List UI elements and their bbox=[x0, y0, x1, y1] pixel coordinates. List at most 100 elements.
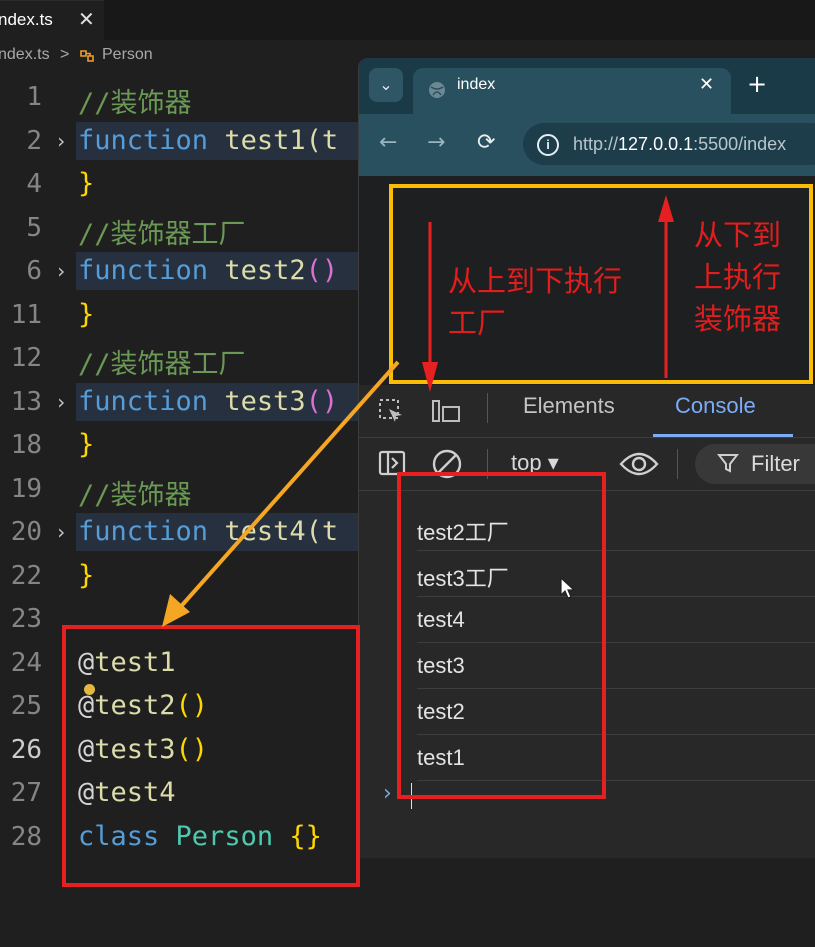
filter-input[interactable]: Filter bbox=[695, 444, 815, 484]
code-token: //装饰器 bbox=[78, 480, 192, 511]
close-icon[interactable]: ✕ bbox=[699, 74, 714, 95]
code-line[interactable]: 19 //装饰器 bbox=[0, 468, 360, 511]
line-number: 20 bbox=[10, 517, 42, 547]
forward-arrow-icon[interactable]: → bbox=[427, 130, 445, 155]
code-line[interactable]: 20 › function test4(t bbox=[0, 511, 360, 551]
breadcrumb-file[interactable]: ndex.ts bbox=[0, 46, 50, 64]
code-text: function test4(t bbox=[78, 516, 338, 547]
browser-tab[interactable]: index ✕ bbox=[413, 68, 731, 114]
annotation-line: 工厂 bbox=[448, 306, 507, 340]
new-tab-button[interactable]: + bbox=[747, 70, 767, 98]
line-number: 4 bbox=[26, 169, 42, 199]
annotation-line: 装饰器 bbox=[694, 302, 782, 336]
code-line[interactable]: 18} bbox=[0, 424, 360, 464]
line-number: 19 bbox=[10, 474, 42, 504]
reload-icon[interactable]: ⟳ bbox=[477, 130, 495, 155]
eye-icon[interactable] bbox=[619, 450, 659, 484]
annotation-red-box-code bbox=[62, 625, 360, 887]
active-tab-indicator bbox=[653, 434, 793, 437]
editor-tab[interactable]: ndex.ts ✕ bbox=[0, 0, 104, 41]
devtools-tab-bar: Elements Console bbox=[359, 385, 815, 438]
code-token: } bbox=[78, 560, 95, 591]
code-text: //装饰器 bbox=[78, 81, 192, 120]
address-bar[interactable]: i http://127.0.0.1:5500/index bbox=[523, 123, 815, 165]
toolbar-divider bbox=[487, 393, 488, 423]
annotation-red-box-console bbox=[397, 472, 606, 799]
code-text: } bbox=[78, 299, 94, 330]
device-toolbar-icon[interactable] bbox=[431, 397, 463, 431]
code-line[interactable]: 22} bbox=[0, 555, 360, 595]
fold-chevron-icon[interactable]: › bbox=[55, 129, 67, 153]
code-text: //装饰器 bbox=[78, 473, 192, 512]
line-number: 18 bbox=[10, 430, 42, 460]
code-text: //装饰器工厂 bbox=[78, 342, 246, 381]
line-number: 5 bbox=[26, 213, 42, 243]
code-token: //装饰器 bbox=[78, 88, 192, 119]
code-token: test3 bbox=[224, 386, 306, 417]
code-token: () bbox=[305, 255, 339, 286]
globe-icon bbox=[427, 80, 447, 100]
chevron-right-icon: > bbox=[60, 46, 70, 63]
code-token: test2 bbox=[224, 255, 306, 286]
code-text: function test1(t bbox=[78, 125, 338, 156]
line-number: 11 bbox=[10, 300, 42, 330]
browser-tab-strip: ⌄ index ✕ + bbox=[359, 58, 815, 114]
toolbar-divider bbox=[677, 449, 678, 479]
line-number: 1 bbox=[26, 82, 42, 112]
code-line[interactable]: 4} bbox=[0, 163, 360, 203]
class-symbol-icon bbox=[78, 47, 96, 65]
code-line[interactable]: 5 //装饰器工厂 bbox=[0, 207, 360, 250]
code-text: //装饰器工厂 bbox=[78, 212, 246, 251]
code-line[interactable]: 12 //装饰器工厂 bbox=[0, 337, 360, 380]
code-token: function bbox=[78, 516, 209, 547]
code-line[interactable]: 2 › function test1(t bbox=[0, 120, 360, 160]
tab-console[interactable]: Console bbox=[675, 393, 756, 419]
code-line[interactable]: 1 //装饰器 bbox=[0, 76, 360, 119]
fold-chevron-icon[interactable]: › bbox=[55, 520, 67, 544]
browser-toolbar: ← → ⟳ i http://127.0.0.1:5500/index bbox=[359, 114, 815, 176]
code-token: function bbox=[78, 255, 209, 286]
filter-icon bbox=[716, 452, 740, 479]
code-token: //装饰器工厂 bbox=[78, 219, 246, 250]
line-number: 24 bbox=[10, 648, 42, 678]
close-icon[interactable]: ✕ bbox=[78, 7, 95, 31]
code-token: function bbox=[78, 125, 209, 156]
browser-tab-title: index bbox=[457, 76, 496, 93]
line-number: 6 bbox=[26, 256, 42, 286]
editor-tab-bar: ndex.ts ✕ bbox=[0, 0, 815, 41]
code-token: function bbox=[78, 386, 209, 417]
code-token: (t bbox=[305, 516, 339, 547]
code-line[interactable]: 11} bbox=[0, 294, 360, 334]
code-line[interactable]: 6 › function test2() bbox=[0, 250, 360, 290]
annotation-bottom-up-text: 从下到 上执行 装饰器 bbox=[694, 214, 781, 340]
info-icon[interactable]: i bbox=[537, 134, 559, 156]
annotation-line: 上执行 bbox=[694, 260, 782, 294]
line-number: 2 bbox=[26, 126, 42, 156]
code-token: test1 bbox=[224, 125, 306, 156]
code-line[interactable]: 13 › function test3() bbox=[0, 381, 360, 421]
annotation-line: 从上到下执行 bbox=[448, 264, 623, 298]
line-number: 23 bbox=[10, 604, 42, 634]
fold-chevron-icon[interactable]: › bbox=[55, 390, 67, 414]
line-number: 12 bbox=[10, 343, 42, 373]
line-number: 25 bbox=[10, 691, 42, 721]
code-token: test4 bbox=[224, 516, 306, 547]
url-text[interactable]: http://127.0.0.1:5500/index bbox=[573, 134, 786, 155]
breadcrumb-symbol[interactable]: Person bbox=[102, 46, 153, 64]
code-text: } bbox=[78, 168, 94, 199]
code-token: //装饰器工厂 bbox=[78, 349, 246, 380]
filter-placeholder: Filter bbox=[751, 451, 800, 476]
inspect-element-icon[interactable] bbox=[377, 397, 405, 431]
line-number: 27 bbox=[10, 778, 42, 808]
back-arrow-icon[interactable]: ← bbox=[379, 130, 397, 155]
line-number: 26 bbox=[10, 735, 42, 765]
tab-search-icon[interactable]: ⌄ bbox=[369, 68, 403, 102]
console-prompt-icon: › bbox=[383, 781, 392, 806]
tab-elements[interactable]: Elements bbox=[523, 393, 615, 419]
code-token: } bbox=[78, 429, 95, 460]
fold-chevron-icon[interactable]: › bbox=[55, 259, 67, 283]
